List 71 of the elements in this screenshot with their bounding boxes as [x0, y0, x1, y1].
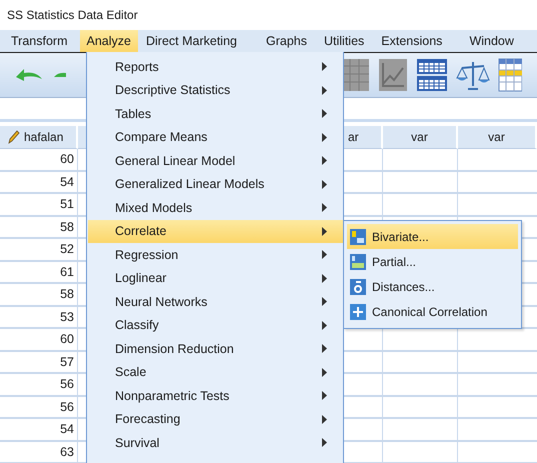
menu-item[interactable]: Transform [4, 30, 74, 52]
table-cell-text: 63 [59, 444, 75, 461]
grid-icon[interactable] [498, 58, 522, 92]
bivariate-icon [350, 228, 366, 244]
submenu-arrow-icon [322, 391, 327, 400]
menu-item[interactable]: Bivariate... [347, 224, 518, 249]
table-cell-text: 61 [59, 264, 75, 281]
pencil-icon [8, 130, 20, 144]
menu-item[interactable]: Generalized Linear Models [115, 177, 264, 192]
menu-item[interactable]: Direct Marketing [138, 30, 244, 52]
window-title: SS Statistics Data Editor [7, 8, 138, 22]
delta-icon [350, 278, 366, 294]
table-cell-text: 52 [59, 241, 75, 258]
menu-item[interactable]: Compare Means [115, 130, 208, 144]
submenu-arrow-icon [322, 203, 327, 212]
table-cell-text: 54 [59, 174, 75, 191]
table-cell-text: 56 [59, 398, 75, 416]
menu-item[interactable]: Partial... [347, 249, 518, 274]
table-cell-text: 58 [59, 218, 75, 236]
column-header[interactable]: var [458, 126, 537, 149]
plus-icon [350, 304, 366, 320]
table-cell-text: 58 [59, 286, 75, 304]
menu-item[interactable]: Descriptive Statistics [115, 83, 230, 98]
submenu-arrow-icon [322, 368, 327, 377]
submenu-arrow-icon [322, 132, 327, 142]
menu-item[interactable]: Dimension Reduction [115, 342, 234, 356]
submenu-arrow-icon [322, 226, 327, 236]
menu-item[interactable]: Graphs [258, 30, 314, 52]
table-cell-text: 57 [59, 354, 75, 371]
menu-item[interactable]: Extensions [374, 30, 450, 52]
submenu-arrow-icon [322, 297, 327, 306]
chart-icon[interactable] [378, 58, 408, 92]
menu-item[interactable]: Classify [115, 318, 159, 332]
submenu-arrow-icon [322, 86, 327, 95]
menu-item[interactable]: Survival [115, 436, 160, 450]
menu-item[interactable]: Neural Networks [115, 294, 208, 309]
menu-item[interactable]: Regression [115, 248, 178, 262]
submenu-arrow-icon [322, 62, 327, 72]
menu-item[interactable]: Scale [115, 365, 146, 380]
submenu-arrow-icon [322, 274, 327, 283]
menu-item[interactable]: Mixed Models [115, 200, 192, 215]
submenu-arrow-icon [322, 180, 327, 189]
submenu-arrow-icon [322, 438, 327, 448]
menu-item[interactable]: Forecasting [115, 412, 180, 426]
menu-item[interactable]: Window [462, 30, 521, 52]
menu-item[interactable]: Nonparametric Tests [115, 388, 230, 403]
submenu-arrow-icon [322, 109, 327, 118]
table-cell-text: 53 [59, 308, 75, 326]
menu-item[interactable]: Tables [115, 106, 152, 121]
menu-item[interactable]: Analyze [80, 30, 138, 52]
menu-item[interactable]: Distances... [347, 274, 518, 299]
submenu-arrow-icon [322, 344, 327, 354]
spreadsheet-icon[interactable] [416, 58, 448, 92]
menu-item[interactable]: Utilities [316, 30, 372, 52]
submenu-arrow-icon [322, 156, 327, 166]
table-cell-text: 56 [59, 376, 75, 394]
menu-item[interactable]: Loglinear [115, 271, 166, 286]
submenu-arrow-icon [322, 414, 327, 424]
partial-icon [350, 254, 366, 270]
table-cell-text: 51 [59, 196, 75, 214]
menu-item[interactable]: Canonical Correlation [347, 299, 518, 324]
submenu-arrow-icon [322, 320, 327, 330]
menu-item[interactable]: Correlate [115, 224, 166, 238]
menu-item[interactable]: General Linear Model [115, 154, 236, 168]
menu-item[interactable]: Reports [115, 60, 159, 74]
table-cell-text: 60 [59, 331, 75, 348]
table-cell-text: 60 [59, 151, 75, 168]
column-header[interactable]: hafalan [0, 126, 78, 149]
submenu-arrow-icon [322, 250, 327, 260]
table-cell-text: 54 [59, 421, 75, 438]
column-header[interactable]: var [383, 126, 458, 149]
